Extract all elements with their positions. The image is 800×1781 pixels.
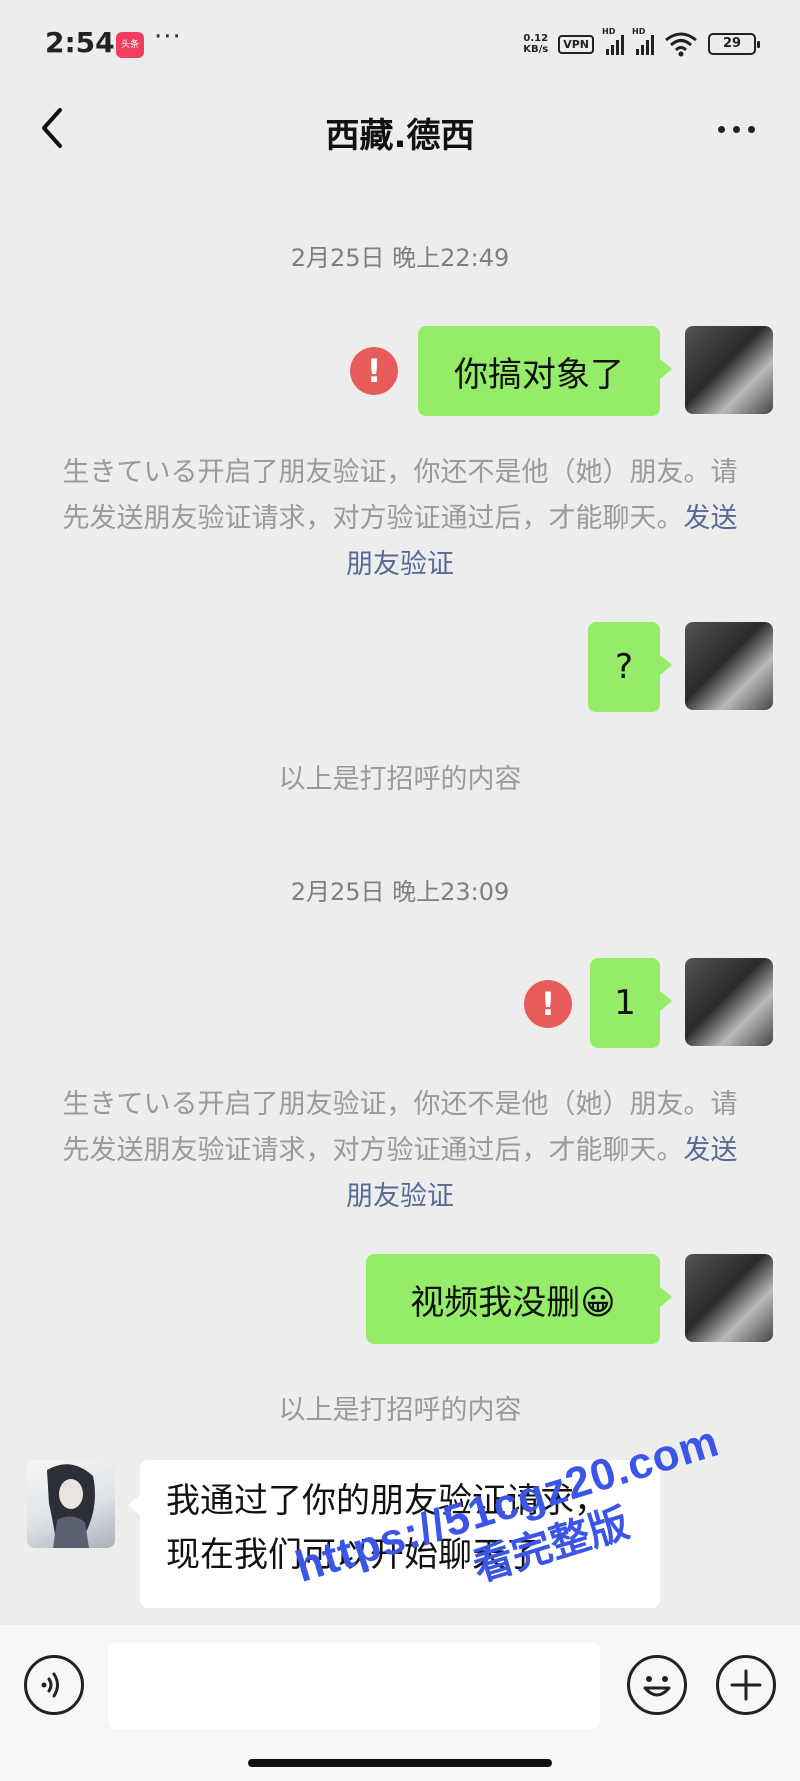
contact-avatar-image <box>47 1464 95 1548</box>
my-avatar[interactable] <box>685 958 773 1046</box>
net-speed-value: 0.12 <box>523 33 549 44</box>
net-speed: 0.12 KB/s <box>523 33 548 55</box>
contact-avatar[interactable] <box>27 1460 115 1548</box>
more-dots-icon[interactable] <box>712 114 760 144</box>
greeting-note: 以上是打招呼的内容 <box>278 764 522 795</box>
plus-sign-icon <box>730 1669 762 1701</box>
outgoing-message[interactable]: 你搞对象了 <box>418 326 672 416</box>
my-avatar[interactable] <box>685 622 773 710</box>
app-notification-icon: 头条 <box>116 32 144 58</box>
wifi-icon <box>665 32 697 57</box>
battery-icon: 29 <box>708 33 760 55</box>
status-time: 2:54 <box>45 26 115 59</box>
system-message-text: 生きている开启了朋友验证，你还不是他（她）朋友。请先发送朋友验证请求，对方验证通… <box>62 1089 738 1166</box>
hd-label-2: HD <box>632 27 646 36</box>
voice-icon[interactable] <box>24 1655 84 1715</box>
watermark: https://51cgz20.com 看完整版 <box>290 1416 740 1642</box>
chat-title: 西藏.德西 <box>325 116 475 156</box>
voice-waves-icon <box>41 1672 59 1698</box>
system-message: 生きている开启了朋友验证，你还不是他（她）朋友。请先发送朋友验证请求，对方验证通… <box>60 450 740 588</box>
system-message: 生きている开启了朋友验证，你还不是他（她）朋友。请先发送朋友验证请求，对方验证通… <box>60 1082 740 1220</box>
system-message-text: 生きている开启了朋友验证，你还不是他（她）朋友。请先发送朋友验证请求，对方验证通… <box>62 457 738 534</box>
outgoing-message[interactable]: ? <box>588 622 672 712</box>
my-avatar[interactable] <box>685 326 773 414</box>
hd-label: HD <box>602 27 616 36</box>
send-failed-icon[interactable]: ! <box>350 347 398 395</box>
status-bar: 2:54 头条 ··· 0.12 KB/s VPN HD HD 29 <box>0 0 800 90</box>
plus-icon[interactable] <box>716 1655 776 1715</box>
timestamp: 2月25日 晚上23:09 <box>290 878 510 906</box>
send-failed-icon[interactable]: ! <box>524 980 572 1028</box>
signal-icon-2: HD <box>632 27 654 55</box>
signal-icon: HD <box>602 27 624 55</box>
greeting-note: 以上是打招呼的内容 <box>278 1395 522 1426</box>
emoji-face-icon <box>643 1676 671 1697</box>
outgoing-message[interactable]: 1 <box>590 958 672 1048</box>
timestamp: 2月25日 晚上22:49 <box>290 244 510 272</box>
home-indicator[interactable] <box>248 1759 552 1767</box>
status-icons: 0.12 KB/s VPN HD HD 29 <box>523 27 760 60</box>
more-notifications-icon: ··· <box>154 22 182 52</box>
message-input[interactable] <box>108 1643 600 1729</box>
net-speed-unit: KB/s <box>523 44 549 55</box>
chat-header: 西藏.德西 <box>0 90 800 170</box>
my-avatar[interactable] <box>685 1254 773 1342</box>
outgoing-message[interactable]: 视频我没删😀 <box>366 1254 672 1344</box>
emoji-icon[interactable] <box>627 1655 687 1715</box>
vpn-icon: VPN <box>558 34 594 54</box>
input-bar <box>0 1625 800 1781</box>
